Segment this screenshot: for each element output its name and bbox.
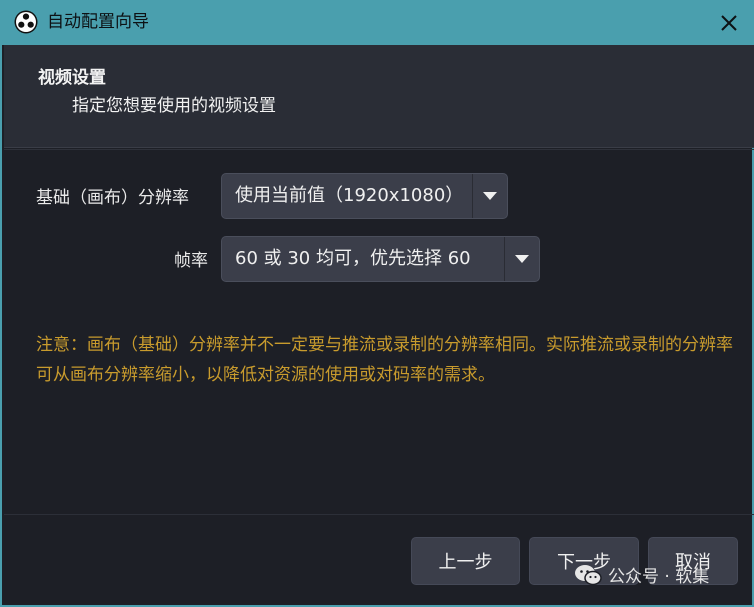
title-bar[interactable]: 自动配置向导: [2, 0, 754, 45]
wizard-window: 自动配置向导 视频设置 指定您想要使用的视频设置 基础（画布）分辨率 使用当前值…: [0, 0, 754, 607]
chevron-down-icon: [515, 255, 529, 263]
resolution-value: 使用当前值（1920x1080）: [235, 185, 464, 206]
fps-label: 帧率: [174, 251, 208, 271]
wechat-icon: [575, 564, 602, 585]
page-title: 视频设置: [38, 68, 106, 88]
fps-select[interactable]: 60 或 30 均可，优先选择 60: [221, 236, 540, 282]
page-header: 视频设置 指定您想要使用的视频设置: [4, 45, 754, 148]
fps-dropdown-button[interactable]: [505, 237, 539, 281]
close-icon: [721, 15, 737, 31]
page-subtitle: 指定您想要使用的视频设置: [72, 96, 276, 116]
resolution-dropdown-button[interactable]: [473, 174, 507, 218]
footer-divider: [4, 514, 754, 515]
resolution-note: 注意：画布（基础）分辨率并不一定要与推流或录制的分辨率相同。实际推流或录制的分辨…: [36, 335, 733, 385]
watermark: 公众号 · 软集: [574, 562, 709, 587]
back-button[interactable]: 上一步: [411, 537, 520, 585]
watermark-text: 公众号 · 软集: [608, 567, 710, 587]
resolution-select[interactable]: 使用当前值（1920x1080）: [221, 173, 508, 219]
resolution-label: 基础（画布）分辨率: [36, 188, 189, 208]
close-button[interactable]: [714, 8, 744, 38]
obs-logo-icon: [14, 10, 38, 34]
window-title: 自动配置向导: [47, 12, 149, 32]
chevron-down-icon: [483, 192, 497, 200]
fps-value: 60 或 30 均可，优先选择 60: [235, 248, 471, 269]
header-divider: [4, 149, 754, 150]
